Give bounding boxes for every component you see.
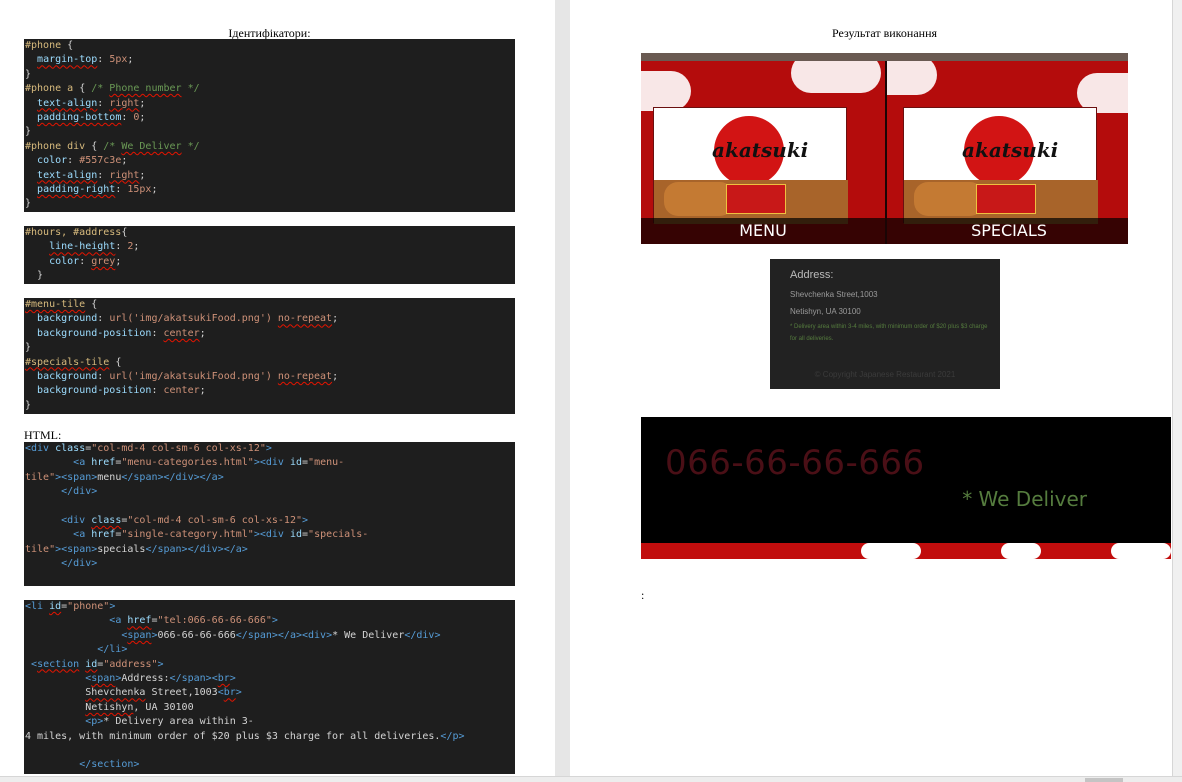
we-deliver-text: * We Deliver (962, 487, 1087, 511)
address-title: Address: (790, 269, 834, 281)
copyright-text: © Copyright Japanese Restaurant 2021 (814, 370, 956, 379)
delivery-note: * Delivery area within 3-4 miles, with m… (790, 324, 988, 342)
trailing-colon: : (641, 588, 645, 602)
menu-tile-label[interactable]: MENU (641, 218, 885, 244)
tiles-preview: akatsuki MENU akatsuki SPECIALS (641, 53, 1128, 244)
horizontal-scrollbar[interactable] (0, 776, 1182, 782)
specials-tile[interactable]: akatsuki SPECIALS (885, 61, 1128, 244)
phone-section: 066-66-66-666 * We Deliver (641, 417, 1171, 559)
css-code-block-hours: #hours, #address{ line-height: 2; color:… (24, 226, 515, 284)
akatsuki-logo: akatsuki (712, 138, 809, 162)
html-code-block-tiles: <div class="col-md-4 col-sm-6 col-xs-12"… (24, 442, 515, 586)
cloud-decoration (641, 71, 691, 111)
phone-number-link[interactable]: 066-66-66-666 (665, 443, 925, 483)
vertical-scrollbar[interactable] (1172, 0, 1182, 782)
address-street: Shevchenka Street,1003 (790, 290, 878, 299)
food-photo (914, 182, 984, 216)
menu-tile-image: akatsuki (653, 107, 848, 224)
cloud-decoration (1111, 543, 1171, 559)
thai-banner (726, 184, 786, 214)
akatsuki-logo: akatsuki (962, 138, 1059, 162)
css-code-block-tiles: #menu-tile { background: url('img/akatsu… (24, 298, 515, 414)
cloud-decoration (791, 61, 881, 93)
thai-banner (976, 184, 1036, 214)
result-heading: Результат виконання (831, 26, 938, 40)
cloud-decoration (861, 543, 921, 559)
specials-tile-image: akatsuki (903, 107, 1098, 224)
food-photo (664, 182, 734, 216)
cloud-decoration (887, 61, 937, 95)
specials-tile-label[interactable]: SPECIALS (887, 218, 1128, 244)
cloud-decoration (1001, 543, 1041, 559)
css-code-block-phone: #phone { margin-top: 5px; } #phone a { /… (24, 39, 515, 212)
html-label: HTML: (24, 428, 62, 442)
address-section: Address: Shevchenka Street,1003 Netishyn… (770, 259, 1000, 389)
menu-tile[interactable]: akatsuki MENU (641, 61, 885, 244)
html-code-block-phone: <li id="phone"> <a href="tel:066-66-66-6… (24, 600, 515, 774)
scrollbar-thumb[interactable] (1085, 778, 1123, 782)
address-city: Netishyn, UA 30100 (790, 307, 861, 316)
tiles-top-strip (641, 53, 1128, 61)
